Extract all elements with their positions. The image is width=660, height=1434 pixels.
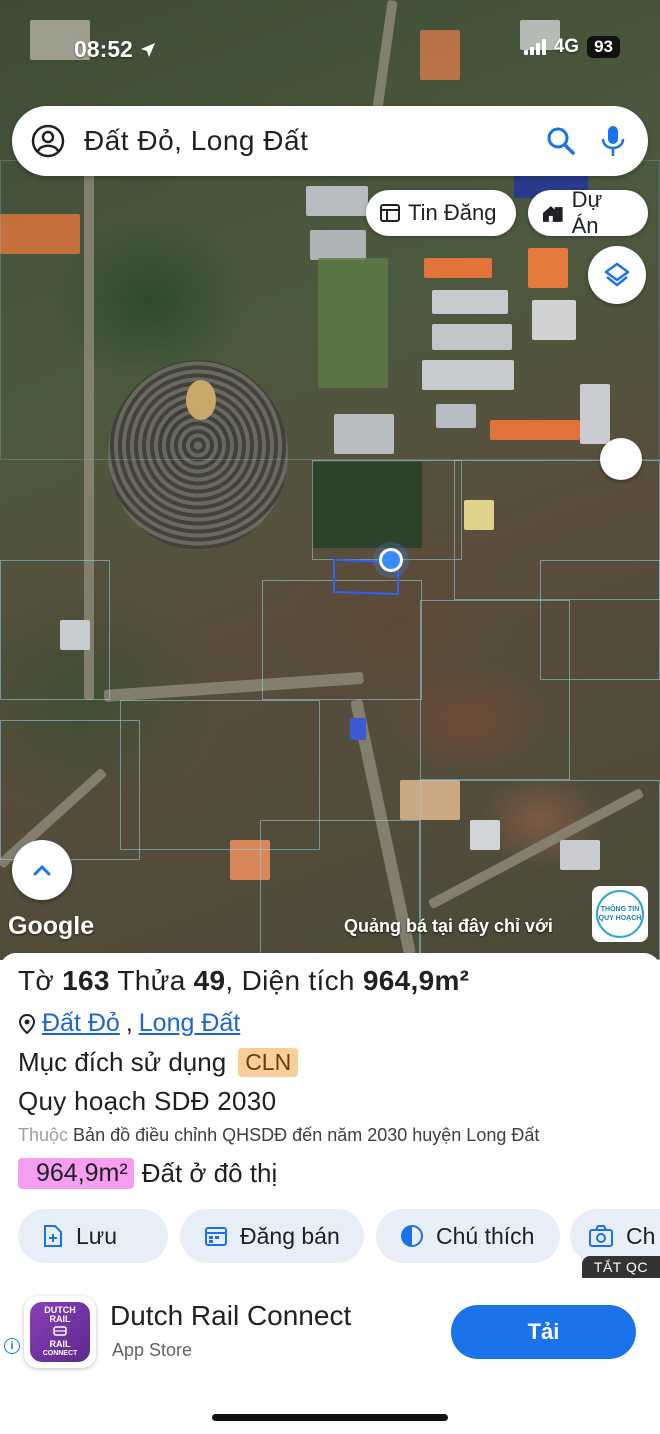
network-type: 4G — [553, 36, 580, 57]
plan-title: Quy hoạch SDĐ 2030 — [18, 1086, 277, 1116]
layers-button[interactable] — [588, 246, 646, 304]
district-link[interactable]: Đất Đỏ — [42, 1009, 120, 1038]
legend-button[interactable]: Chú thích — [376, 1209, 560, 1263]
plan-description: Thuộc Bản đồ điều chỉnh QHSDĐ đến năm 20… — [18, 1125, 540, 1145]
plan-area-badge: 964,9m² — [18, 1158, 134, 1189]
add-document-icon — [44, 1225, 62, 1247]
province-link[interactable]: Long Đất — [139, 1009, 240, 1038]
ad-banner[interactable]: i DUTCH RAIL RAIL CONNECT Dutch Rail Con… — [0, 1282, 660, 1382]
status-indicators: 4G 93 — [523, 36, 620, 58]
promo-badge-logo: THÔNG TIN QUY HOẠCH — [596, 890, 644, 938]
download-button[interactable]: Tải — [451, 1305, 636, 1359]
close-ad-button[interactable]: TẮT QC — [581, 1256, 660, 1278]
battery-level: 93 — [587, 36, 620, 58]
status-time: 08:52 — [74, 36, 157, 63]
compass-button[interactable] — [600, 438, 642, 480]
parcel-title: Tờ 163 Thửa 49, Diện tích 964,9m² — [18, 965, 470, 996]
app-icon[interactable]: DUTCH RAIL RAIL CONNECT — [24, 1296, 96, 1368]
usage-purpose: Mục đích sử dụng CLN — [18, 1047, 299, 1078]
ad-store-name: App Store — [112, 1340, 193, 1360]
app-logo: DUTCH RAIL RAIL CONNECT — [30, 1302, 90, 1362]
post-sale-button[interactable]: Đăng bán — [180, 1209, 364, 1263]
location-separator: , — [125, 1009, 133, 1037]
google-logo: Google — [8, 912, 95, 940]
satellite-map[interactable]: 08:52 4G 93 Đất Đỏ, Long Đất Tin Đăng Dự… — [0, 0, 660, 960]
search-bar[interactable]: Đất Đỏ, Long Đất — [12, 106, 648, 176]
parcel-location: Đất Đỏ, Long Đất — [18, 1009, 240, 1038]
parcel-info-sheet: Tờ 163 Thửa 49, Diện tích 964,9m² Đất Đỏ… — [0, 953, 660, 1283]
plan-area-label: Đất ở đô thị — [141, 1158, 278, 1188]
du-an-chip[interactable]: Dự Án — [528, 187, 648, 238]
info-icon[interactable]: i — [4, 1338, 20, 1354]
tin-dang-chip[interactable]: Tin Đăng — [366, 190, 516, 236]
listing-icon — [380, 204, 400, 222]
plan-area-line: 964,9m² Đất ở đô thị — [18, 1158, 277, 1189]
layers-icon — [604, 262, 630, 287]
capture-button[interactable]: Ch — [570, 1209, 660, 1263]
search-input[interactable]: Đất Đỏ, Long Đất — [84, 125, 546, 157]
microphone-icon[interactable] — [600, 124, 626, 158]
promo-text[interactable]: Quảng bá tại đây chỉ với — [344, 916, 553, 937]
calendar-icon — [205, 1227, 227, 1246]
expand-sheet-button[interactable] — [12, 840, 72, 900]
signal-icon — [523, 39, 546, 55]
train-icon — [53, 1326, 67, 1336]
chevron-up-icon — [33, 865, 51, 876]
building-icon — [542, 206, 563, 222]
camera-icon — [589, 1225, 613, 1247]
home-indicator[interactable] — [212, 1414, 448, 1421]
account-icon[interactable] — [30, 123, 66, 159]
search-icon[interactable] — [546, 126, 576, 156]
ad-app-name: Dutch Rail Connect — [110, 1300, 352, 1331]
tin-dang-label: Tin Đăng — [408, 200, 497, 225]
contrast-icon — [401, 1225, 423, 1247]
usage-label: Mục đích sử dụng — [18, 1047, 227, 1077]
usage-code-badge: CLN — [238, 1048, 299, 1077]
location-pin-icon — [18, 1013, 36, 1034]
location-arrow-icon — [141, 43, 156, 57]
promo-badge[interactable]: THÔNG TIN QUY HOẠCH — [592, 886, 648, 942]
current-location-dot — [379, 548, 403, 572]
save-button[interactable]: Lưu — [18, 1209, 168, 1263]
du-an-label: Dự Án — [571, 187, 603, 238]
